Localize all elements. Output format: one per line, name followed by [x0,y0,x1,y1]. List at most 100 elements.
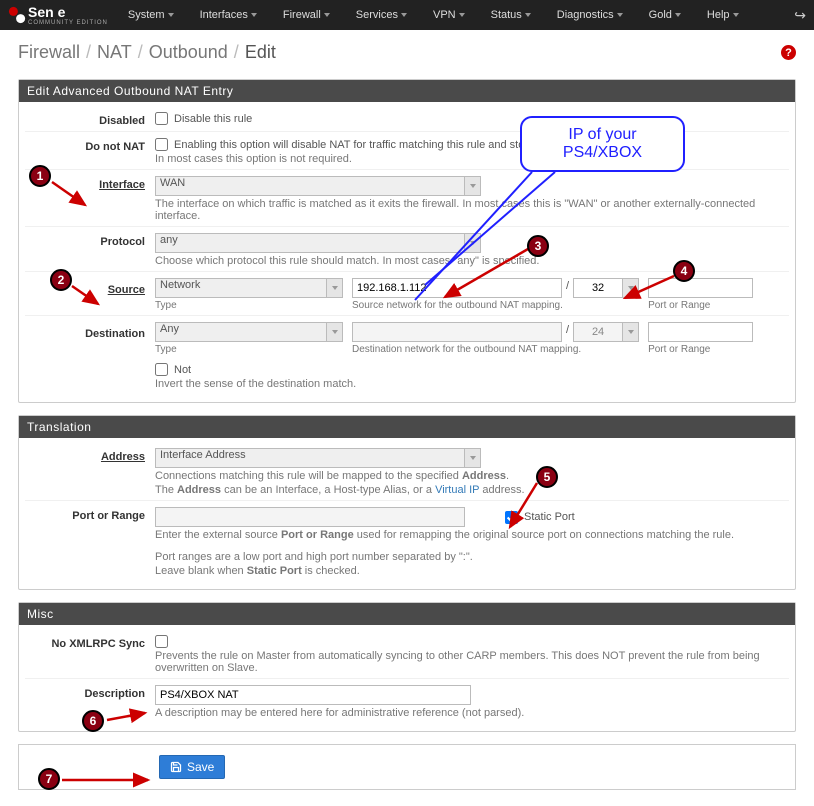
translation-address-help2: The Address can be an Interface, a Host-… [155,484,789,496]
nav-interfaces[interactable]: Interfaces [200,9,257,21]
chevron-down-icon [617,13,623,17]
source-type-sublabel: Type [155,300,343,311]
nav-status[interactable]: Status [491,9,531,21]
annotation-callout: IP of your PS4/XBOX [520,116,685,172]
select-interface-dropdown-icon[interactable] [465,176,481,196]
destination-type-sublabel: Type [155,344,343,355]
xmlrpc-help: Prevents the rule on Master from automat… [155,650,789,674]
checkbox-disabled[interactable] [155,112,168,125]
chevron-down-icon [251,13,257,17]
destination-not-label: Not [174,364,191,376]
save-button[interactable]: Save [159,755,225,779]
crumb-outbound[interactable]: Outbound [149,42,228,63]
virtual-ip-link[interactable]: Virtual IP [435,484,479,496]
label-destination: Destination [25,322,155,390]
destination-not-help: Invert the sense of the destination matc… [155,378,789,390]
source-port-sublabel: Port or Range [648,300,753,311]
top-navbar: Sen e COMMUNITY EDITION System Interface… [0,0,814,30]
nav-vpn[interactable]: VPN [433,9,465,21]
chevron-down-icon [470,456,476,460]
checkbox-destination-not[interactable] [155,363,168,376]
nav-gold[interactable]: Gold [649,9,681,21]
crumb-current: Edit [245,42,276,63]
static-port-label: Static Port [524,511,575,523]
crumb-nat[interactable]: NAT [97,42,132,63]
annotation-badge-6: 6 [82,710,104,732]
checkbox-xmlrpc[interactable] [155,635,168,648]
callout-line2: PS4/XBOX [538,144,667,162]
select-protocol[interactable]: any [155,233,465,253]
select-source-type[interactable]: Network [155,278,327,298]
translation-port-help3: Leave blank when Static Port is checked. [155,565,789,577]
donotnat-help: In most cases this option is not require… [155,153,789,165]
nav-menu: System Interfaces Firewall Services VPN … [128,9,794,21]
label-donotnat: Do not NAT [25,138,155,165]
input-source-port[interactable] [648,278,753,298]
source-mask-dropdown-icon[interactable] [623,278,639,298]
input-translation-port [155,507,465,527]
translation-port-help2: Port ranges are a low port and high port… [155,551,789,563]
interface-help: The interface on which traffic is matche… [155,198,789,222]
annotation-badge-2: 2 [50,269,72,291]
panel-translation-title: Translation [19,416,795,438]
chevron-down-icon [401,13,407,17]
nav-services[interactable]: Services [356,9,407,21]
select-source-type-dropdown-icon[interactable] [327,278,343,298]
annotation-badge-1: 1 [29,165,51,187]
destination-port-sublabel: Port or Range [648,344,753,355]
annotation-badge-7: 7 [38,768,60,790]
logo-subtext: COMMUNITY EDITION [28,20,108,26]
input-source-mask[interactable] [573,278,623,298]
disabled-cb-label: Disable this rule [174,113,252,125]
label-xmlrpc: No XMLRPC Sync [25,635,155,674]
checkbox-static-port[interactable] [505,511,518,524]
panel-misc: Misc No XMLRPC Sync Prevents the rule on… [18,602,796,732]
annotation-badge-4: 4 [673,260,695,282]
nav-diagnostics[interactable]: Diagnostics [557,9,623,21]
logout-icon[interactable]: ↪ [794,7,806,24]
label-disabled: Disabled [25,112,155,127]
page-help-icon[interactable]: ? [781,45,796,60]
logo[interactable]: Sen e COMMUNITY EDITION [8,4,108,26]
select-translation-address[interactable]: Interface Address [155,448,465,468]
select-destination-type[interactable]: Any [155,322,327,342]
input-destination-mask [573,322,623,342]
chevron-down-icon [324,13,330,17]
chevron-down-icon [628,330,634,334]
chevron-down-icon [525,13,531,17]
select-interface[interactable]: WAN [155,176,465,196]
source-addr-sublabel: Source network for the outbound NAT mapp… [352,300,639,311]
logo-icon [8,6,26,24]
callout-line1: IP of your [538,126,667,144]
chevron-down-icon [332,286,338,290]
input-description[interactable] [155,685,471,705]
select-protocol-dropdown-icon[interactable] [465,233,481,253]
logo-text: Sen e [28,4,108,20]
nav-system[interactable]: System [128,9,174,21]
nav-help[interactable]: Help [707,9,739,21]
chevron-down-icon [733,13,739,17]
label-translation-address: Address [25,448,155,496]
translation-port-help1: Enter the external source Port or Range … [155,529,789,541]
crumb-firewall[interactable]: Firewall [18,42,80,63]
input-destination-address [352,322,562,342]
destination-mask-dropdown-icon[interactable] [623,322,639,342]
chevron-down-icon [168,13,174,17]
nav-firewall[interactable]: Firewall [283,9,330,21]
annotation-badge-5: 5 [536,466,558,488]
panel-translation: Translation Address Interface Address Co… [18,415,796,590]
panel-misc-title: Misc [19,603,795,625]
chevron-down-icon [470,241,476,245]
select-destination-type-dropdown-icon[interactable] [327,322,343,342]
input-destination-port[interactable] [648,322,753,342]
input-source-address[interactable] [352,278,562,298]
chevron-down-icon [470,184,476,188]
annotation-badge-3: 3 [527,235,549,257]
checkbox-donotnat[interactable] [155,138,168,151]
select-translation-address-dropdown-icon[interactable] [465,448,481,468]
destination-addr-sublabel: Destination network for the outbound NAT… [352,344,639,355]
chevron-down-icon [628,286,634,290]
chevron-down-icon [675,13,681,17]
breadcrumb: Firewall/ NAT/ Outbound/ Edit ? [0,30,814,75]
label-source: Source [25,278,155,311]
